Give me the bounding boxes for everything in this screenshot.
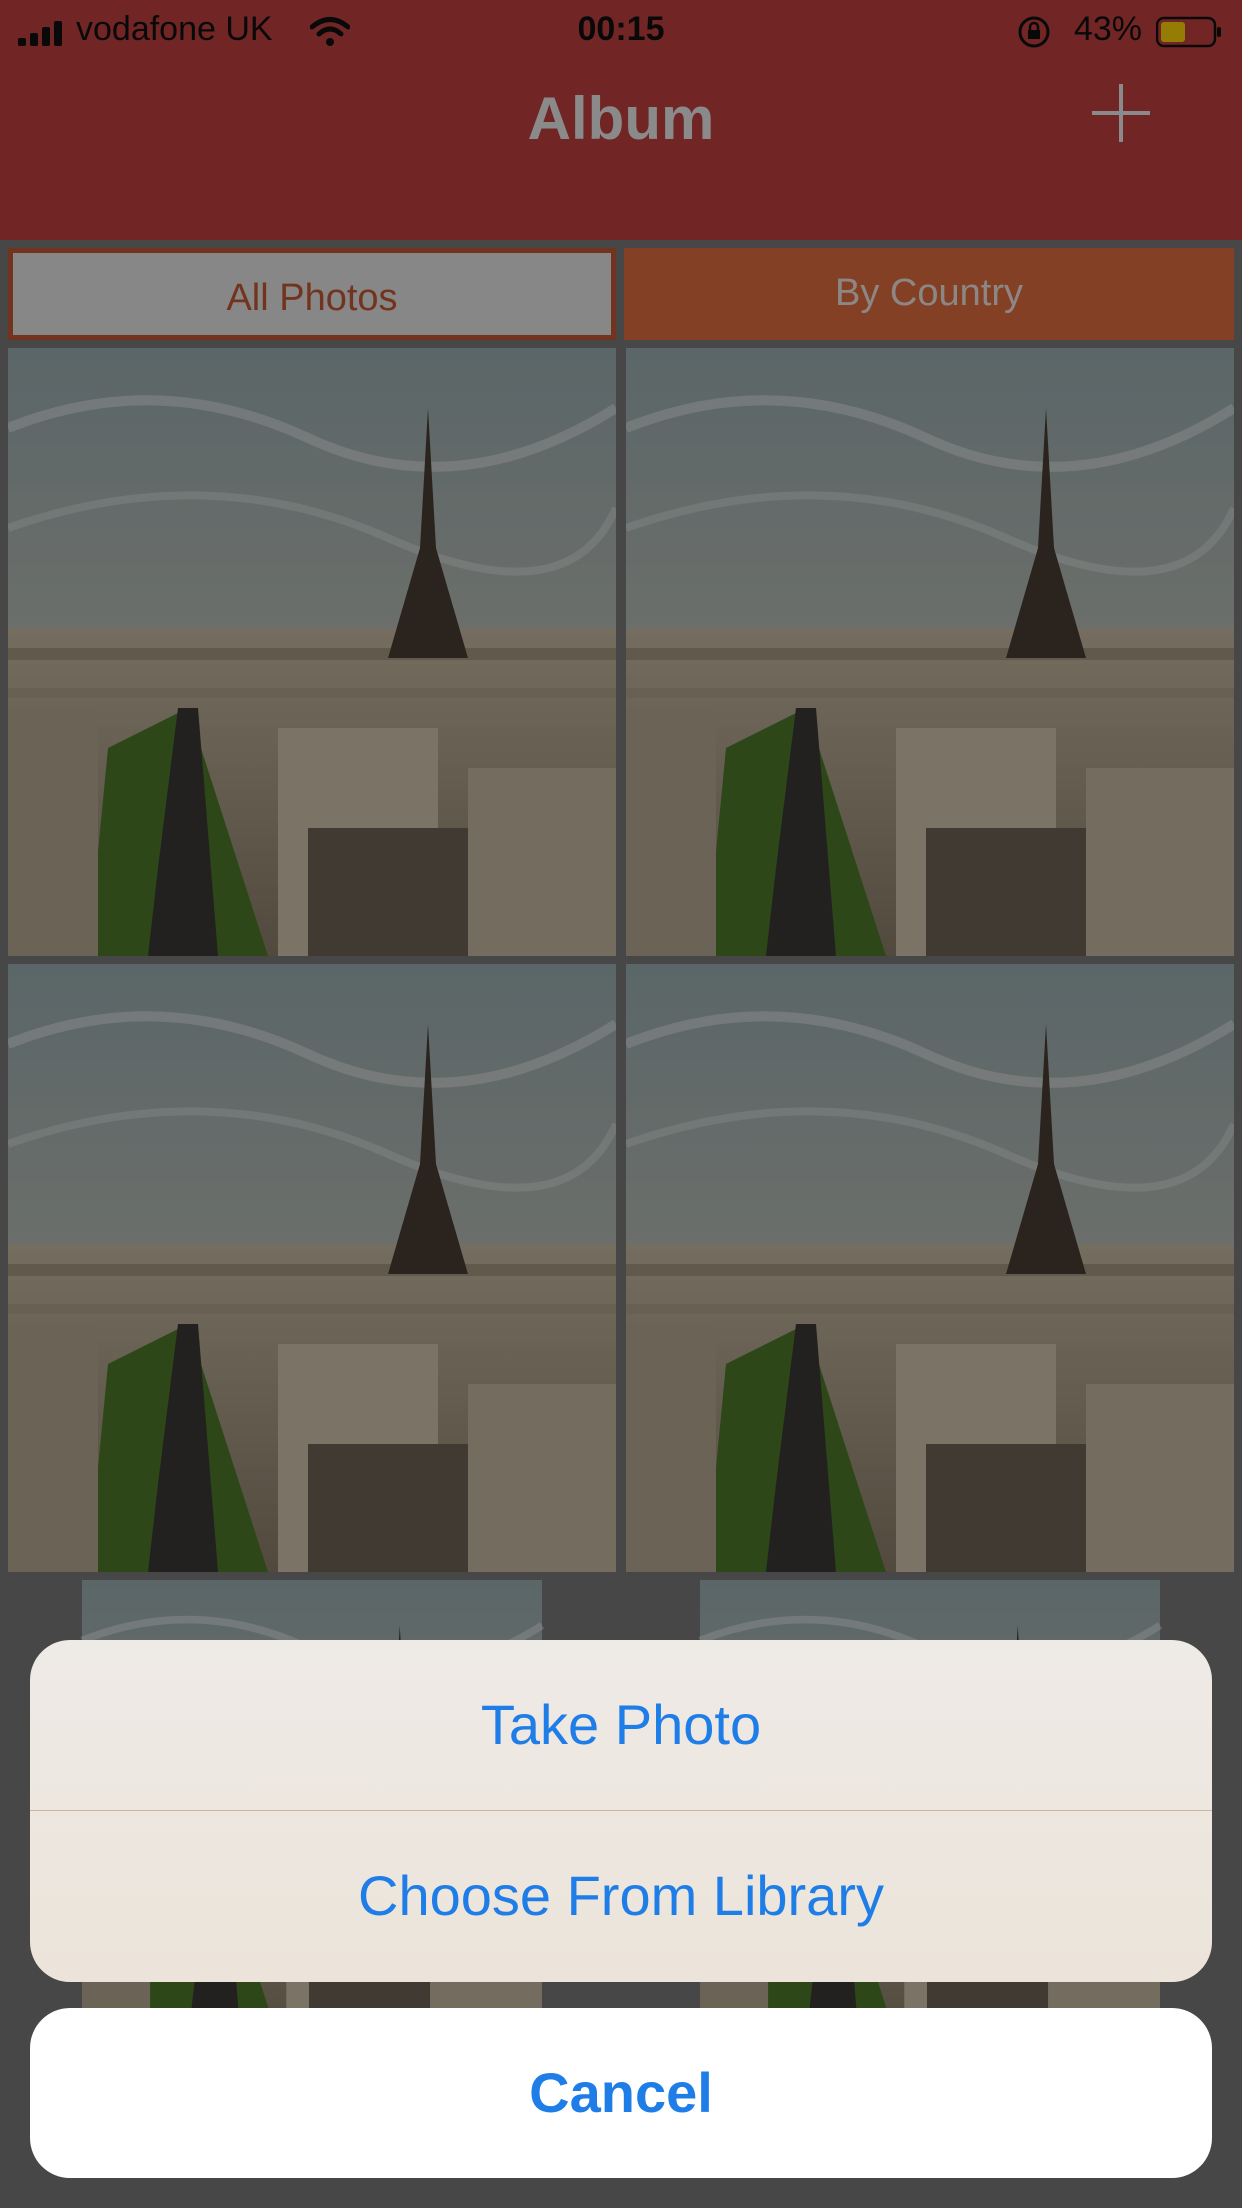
take-photo-button[interactable]: Take Photo [30,1640,1212,1810]
cancel-button[interactable]: Cancel [30,2008,1212,2178]
choose-from-library-button[interactable]: Choose From Library [30,1811,1212,1981]
action-sheet: Take Photo Choose From Library [30,1640,1212,1982]
